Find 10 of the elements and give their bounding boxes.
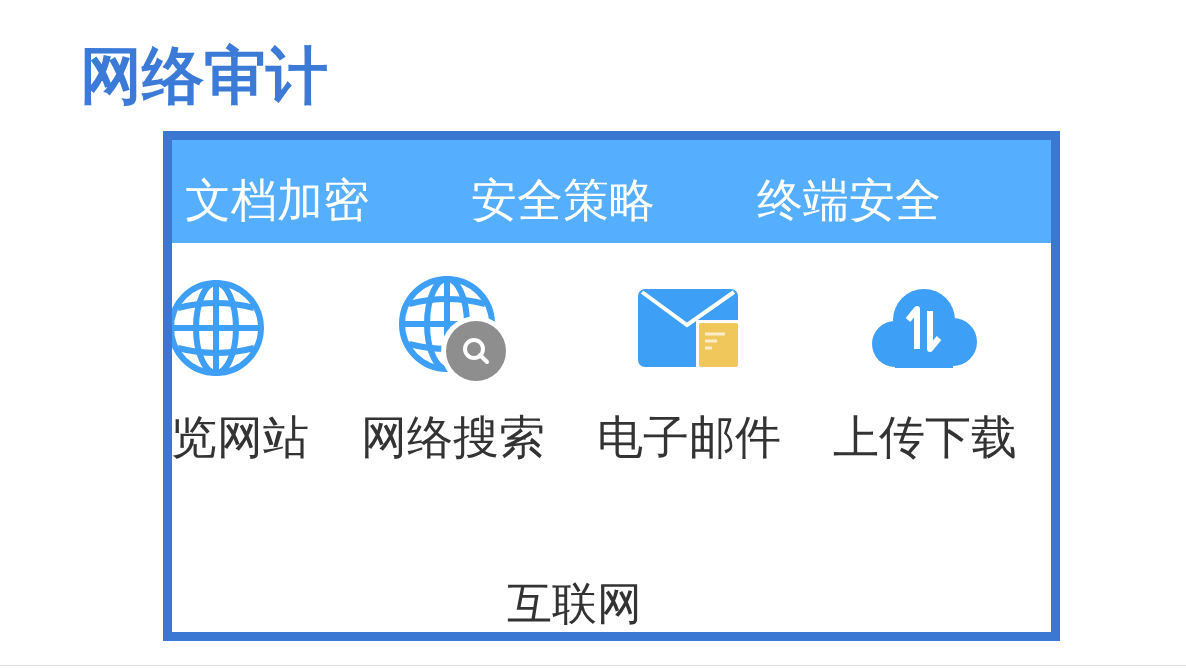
category-label: 互联网 — [507, 577, 642, 632]
mail-icon[interactable] — [638, 289, 738, 368]
feature-label[interactable]: 上传下载 — [833, 410, 1017, 466]
globe-icon[interactable] — [172, 278, 266, 379]
cloud-arrows-icon[interactable] — [871, 288, 977, 368]
globe-search-icon[interactable] — [397, 274, 507, 383]
feature-label[interactable]: 览网站 — [172, 410, 309, 466]
feature-label[interactable]: 网络搜索 — [361, 410, 545, 466]
page-title: 网络审计 — [80, 42, 328, 111]
feature-label[interactable]: 电子邮件 — [597, 410, 781, 466]
